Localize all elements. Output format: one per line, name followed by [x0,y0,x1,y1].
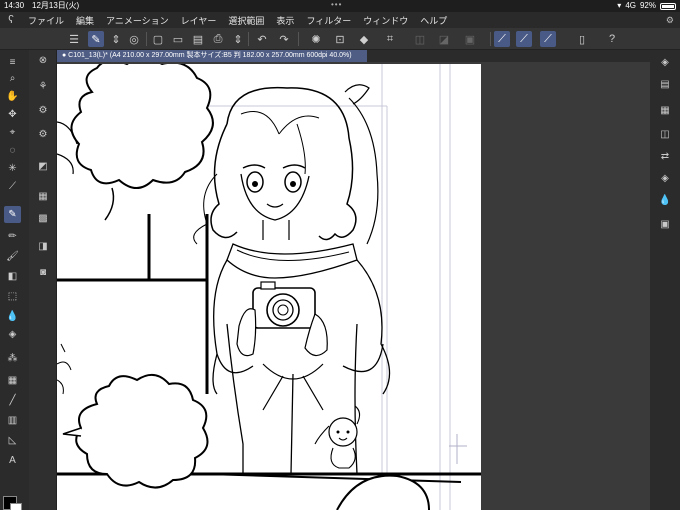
hand-icon[interactable]: ✋ [4,88,21,105]
multitask-dots-icon[interactable]: ••• [331,0,342,11]
toolbar-divider [298,32,299,46]
menu-view[interactable]: 表示 [270,14,300,27]
brush-size-icon[interactable]: ⚙ [35,126,51,142]
toolbar-divider [490,32,491,46]
manga-illustration [57,62,481,510]
pen-tool-icon[interactable]: ✎ [4,206,21,223]
menu-help[interactable]: ヘルプ [414,14,453,27]
status-time: 14:30 [4,1,25,10]
menu-selection[interactable]: 選択範囲 [222,14,270,27]
battery-fill [662,4,674,8]
battery-icon [660,2,676,10]
eraser-icon[interactable]: ◧ [4,268,21,285]
properties-panel-icon[interactable]: ▤ [657,76,673,92]
save-icon[interactable]: ▤ [190,31,206,47]
zoom-icon[interactable]: ⌕ [4,70,21,87]
layer-panel-icon[interactable]: ◈ [657,54,673,70]
item-bank-icon[interactable]: ▣ [657,216,673,232]
document-tab[interactable]: ● C101_13(L)* (A4 210.00 x 297.00mm 製本サイ… [57,50,367,62]
airbrush-icon[interactable]: ⬚ [4,288,21,305]
status-bar: 14:30 12月13日(火) ••• ▾ 4G 92% [0,0,680,12]
target-icon[interactable]: ◎ [126,31,142,47]
battery-percent: 92% [639,1,656,10]
toolbar-divider [146,32,147,46]
manga-page[interactable] [57,62,481,510]
text-tool-icon[interactable]: A [4,452,21,469]
transform-icon[interactable]: ⌗ [382,31,398,47]
signal-label: 4G [625,1,636,10]
help-icon[interactable]: ? [604,31,620,47]
menu-file[interactable]: ファイル [22,14,70,27]
command-toolbar: ☰ ✎ ⇕ ◎ ▢ ▭ ▤ ⎙ ⇕ ↶ ↷ ✺ ⊡ ◆ ⌗ ◫ ◪ ▣ ⟋ ⟋ … [0,28,680,50]
deselect-icon[interactable]: ◫ [412,31,428,47]
intermediate-color-icon[interactable]: ▩ [35,210,51,226]
background-color-swatch[interactable] [10,503,22,510]
eyedropper-icon[interactable]: ⟋ [4,178,21,195]
decoration-icon[interactable]: ⁂ [4,350,21,367]
menu-filter[interactable]: フィルター [300,14,357,27]
special-ruler-snap-icon[interactable]: ⟋ [516,31,532,47]
edge-keyboard-icon[interactable]: ▯ [574,31,590,47]
toolbar-divider [248,32,249,46]
menu-layer[interactable]: レイヤー [175,14,223,27]
navigator-panel-icon[interactable]: ▦ [657,102,673,118]
clear-icon[interactable]: ⊡ [332,31,348,47]
material-panel-icon[interactable]: ◈ [657,170,673,186]
color-mix-icon[interactable]: 💧 [657,192,673,208]
blend-icon[interactable]: 💧 [4,308,21,325]
up-down-arrows-icon-2[interactable]: ⇕ [230,31,246,47]
redo-icon[interactable]: ↷ [276,31,292,47]
wifi-icon: ▾ [617,1,622,10]
sub-view-icon[interactable]: ◙ [35,264,51,280]
ruler-snap-icon[interactable]: ⟋ [494,31,510,47]
print-icon[interactable]: ⎙ [210,31,226,47]
new-document-icon[interactable]: ▢ [150,31,166,47]
color-history-icon[interactable]: ◨ [35,238,51,254]
open-folder-icon[interactable]: ▭ [170,31,186,47]
lasso-icon[interactable]: ◌ [4,142,21,159]
figure-icon[interactable]: ╱ [4,392,21,409]
color-set-icon[interactable]: ▦ [35,188,51,204]
close-panel-icon[interactable]: ⊗ [35,52,51,68]
sub-tool-detail-icon[interactable]: ◫ [657,126,673,142]
ruler-icon[interactable]: ◺ [4,432,21,449]
hamburger-menu-icon[interactable]: ☰ [66,31,82,47]
menu-bar: ʕ ファイル 編集 アニメーション レイヤー 選択範囲 表示 フィルター ウィン… [0,12,680,28]
brush-icon[interactable]: 🖌 [4,248,21,265]
app-logo-icon[interactable]: ʕ [0,14,22,26]
sub-tool-icon[interactable]: ⚘ [35,78,51,94]
status-date: 12月13日(火) [32,1,80,10]
canvas-area[interactable] [57,62,650,510]
history-panel-icon[interactable]: ⇄ [657,148,673,164]
magic-wand-icon[interactable]: ✳ [4,160,21,177]
palette-bar-right: ◈ ▤ ▦ ◫ ⇄ ◈ 💧 ▣ [650,50,680,510]
brush-tool-icon[interactable]: ✎ [88,31,104,47]
command-bar-left: ⊗ ⚘ ⚙ ⚙ ◩ ▦ ▩ ◨ ◙ [29,50,57,510]
undo-icon[interactable]: ↶ [254,31,270,47]
up-down-arrows-icon[interactable]: ⇕ [108,31,124,47]
fill-bucket-icon[interactable]: ◆ [356,31,372,47]
crop-icon[interactable]: ▣ [462,31,478,47]
status-right: ▾ 4G 92% [617,0,676,12]
tool-group-icon[interactable]: ≡ [4,54,21,71]
color-wheel-icon[interactable]: ◩ [35,158,51,174]
tool-property-icon[interactable]: ⚙ [35,102,51,118]
menu-animation[interactable]: アニメーション [100,14,175,27]
menu-edit[interactable]: 編集 [70,14,100,27]
object-select-icon[interactable]: ⌖ [4,124,21,141]
loading-spinner-icon[interactable]: ✺ [308,31,324,47]
gradient-icon[interactable]: ▦ [4,372,21,389]
move-icon[interactable]: ✥ [4,106,21,123]
grid-snap-icon[interactable]: ⟋ [540,31,556,47]
settings-gear-icon[interactable]: ⚙ [666,15,674,26]
fill-icon[interactable]: ◈ [4,326,21,343]
tool-palette: ≡ ⌕ ✋ ✥ ⌖ ◌ ✳ ⟋ ✎ ✏ 🖌 ◧ ⬚ 💧 ◈ ⁂ ▦ ╱ ▥ ◺ … [0,50,25,510]
pencil-icon[interactable]: ✏ [4,228,21,245]
menu-window[interactable]: ウィンドウ [357,14,414,27]
invert-selection-icon[interactable]: ◪ [436,31,452,47]
frame-border-icon[interactable]: ▥ [4,412,21,429]
